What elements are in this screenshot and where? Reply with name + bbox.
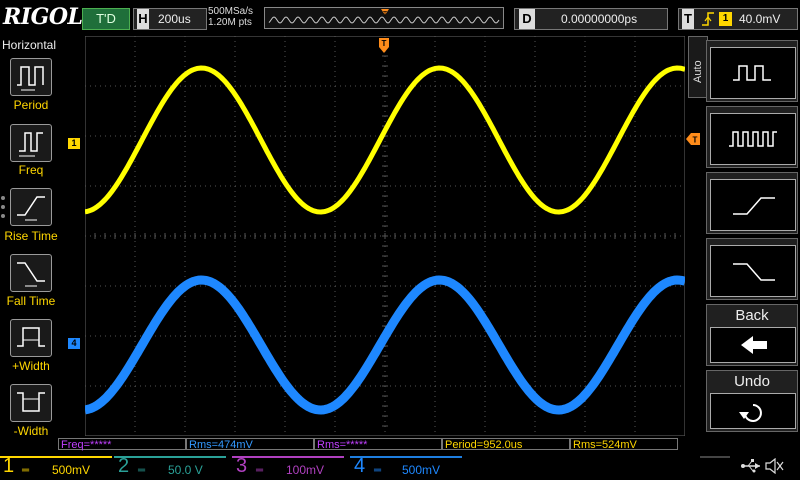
channel-4-scale: 500mV — [402, 463, 441, 477]
channel-2-scale: 50.0 V — [168, 463, 203, 477]
measurement-bar: Freq=***** Rms=474mV Rms=***** Period=95… — [58, 438, 678, 451]
ch1-offset-marker[interactable]: 1 — [68, 138, 80, 149]
auto-tab[interactable]: Auto — [688, 36, 708, 98]
trigger-box[interactable]: T 1 40.0mV — [678, 8, 798, 30]
delay-box[interactable]: D 0.00000000ps — [514, 8, 668, 30]
fall-time-preview-icon — [710, 245, 796, 297]
channel-3-box[interactable]: 3 ═ 100mV — [232, 455, 344, 480]
speaker-muted-icon[interactable] — [764, 457, 784, 479]
rise-time-icon — [17, 196, 45, 221]
frequency-preview-icon — [710, 113, 796, 165]
rise-time-button[interactable] — [10, 188, 52, 226]
channel-2-number: 2 — [118, 455, 130, 477]
rising-edge-icon — [701, 10, 715, 31]
channel-1-scale: 500mV — [52, 463, 91, 477]
positive-width-label: +Width — [12, 359, 50, 373]
ch1-waveform — [84, 65, 686, 215]
usb-icon — [740, 458, 762, 479]
period-label: Period — [13, 98, 49, 112]
fall-time-icon — [17, 262, 45, 287]
positive-width-icon — [17, 327, 45, 347]
menu-title: Horizontal — [2, 38, 57, 52]
trigger-level-value: 40.0mV — [739, 12, 781, 26]
measurement-item[interactable]: Rms=***** — [314, 438, 442, 451]
dc-coupling-icon: ═ — [256, 465, 264, 476]
back-button[interactable]: Back — [706, 304, 798, 366]
frequency-button[interactable] — [10, 124, 52, 162]
memory-depth: 1.20M pts — [208, 17, 252, 28]
measurement-item[interactable]: Rms=474mV — [186, 438, 314, 451]
channel-bar: 1 ═ 500mV 2 ═ 50.0 V 3 ═ 100mV 4 ═ 500mV — [0, 454, 800, 480]
fall-time-button[interactable] — [10, 254, 52, 292]
channel-1-number: 1 — [3, 455, 15, 477]
horizontal-measure-menu: Horizontal Period Freq Rise Time Fall Ti… — [0, 36, 62, 456]
period-button[interactable] — [10, 58, 52, 96]
channel-3-scale: 100mV — [286, 463, 325, 477]
run-status-badge[interactable]: T'D — [82, 8, 130, 30]
divider — [700, 456, 730, 480]
dc-coupling-icon: ═ — [374, 465, 382, 476]
waveform-grid — [82, 35, 688, 437]
undo-label: Undo — [734, 373, 770, 390]
channel-4-number: 4 — [354, 455, 366, 477]
sample-rate: 500MSa/s — [208, 6, 254, 17]
back-arrow-icon — [710, 327, 796, 363]
dc-coupling-icon: ═ — [138, 465, 146, 476]
softkey-rise-time[interactable] — [706, 172, 798, 234]
channel-1-box[interactable]: 1 ═ 500mV — [0, 455, 112, 480]
timebase-box[interactable]: H 200us — [133, 8, 207, 30]
softkey-panel: Auto Back Undo — [688, 36, 800, 436]
memory-overview-graphic: T — [268, 9, 500, 24]
auto-tab-label: Auto — [692, 60, 704, 83]
acquisition-info: 500MSa/s 1.20M pts — [208, 6, 253, 28]
menu-page-dots — [1, 196, 7, 223]
svg-text:T: T — [383, 11, 388, 18]
measurement-item[interactable]: Freq=***** — [58, 438, 186, 451]
rigol-logo: RIGOL — [3, 4, 83, 30]
svg-text:T: T — [382, 39, 387, 48]
undo-button[interactable]: Undo — [706, 370, 798, 432]
memory-waveform-overview: T — [264, 7, 504, 29]
negative-width-icon — [17, 392, 45, 412]
top-status-bar: RIGOL T'D H 200us 500MSa/s 1.20M pts T D… — [0, 0, 800, 36]
delay-value: 0.00000000ps — [561, 12, 638, 26]
negative-width-button[interactable] — [10, 384, 52, 422]
undo-icon — [710, 393, 796, 429]
frequency-label: Freq — [18, 163, 44, 177]
channel-4-box[interactable]: 4 ═ 500mV — [350, 455, 462, 480]
rise-time-label: Rise Time — [4, 229, 58, 243]
trigger-time-marker-icon[interactable]: T — [378, 38, 390, 54]
horizontal-letter: H — [137, 9, 149, 29]
measurement-item[interactable]: Period=952.0us — [442, 438, 570, 451]
period-preview-icon — [710, 47, 796, 99]
ch4-waveform — [82, 275, 688, 415]
trigger-letter: T — [682, 9, 694, 29]
waveform-display[interactable] — [82, 35, 688, 437]
softkey-period[interactable] — [706, 40, 798, 102]
rise-time-preview-icon — [710, 179, 796, 231]
fall-time-label: Fall Time — [6, 294, 56, 308]
channel-3-number: 3 — [236, 455, 248, 477]
channel-2-box[interactable]: 2 ═ 50.0 V — [114, 455, 226, 480]
trigger-source-badge: 1 — [719, 12, 732, 26]
back-label: Back — [735, 307, 769, 324]
dc-coupling-icon: ═ — [22, 465, 30, 476]
timebase-value: 200us — [158, 12, 191, 26]
frequency-icon — [19, 132, 43, 157]
period-icon — [17, 66, 44, 91]
positive-width-button[interactable] — [10, 319, 52, 357]
measurement-item[interactable]: Rms=524mV — [570, 438, 678, 451]
negative-width-label: -Width — [13, 424, 49, 438]
softkey-frequency[interactable] — [706, 106, 798, 168]
ch4-offset-marker[interactable]: 4 — [68, 338, 80, 349]
delay-letter: D — [519, 9, 535, 29]
softkey-fall-time[interactable] — [706, 238, 798, 300]
